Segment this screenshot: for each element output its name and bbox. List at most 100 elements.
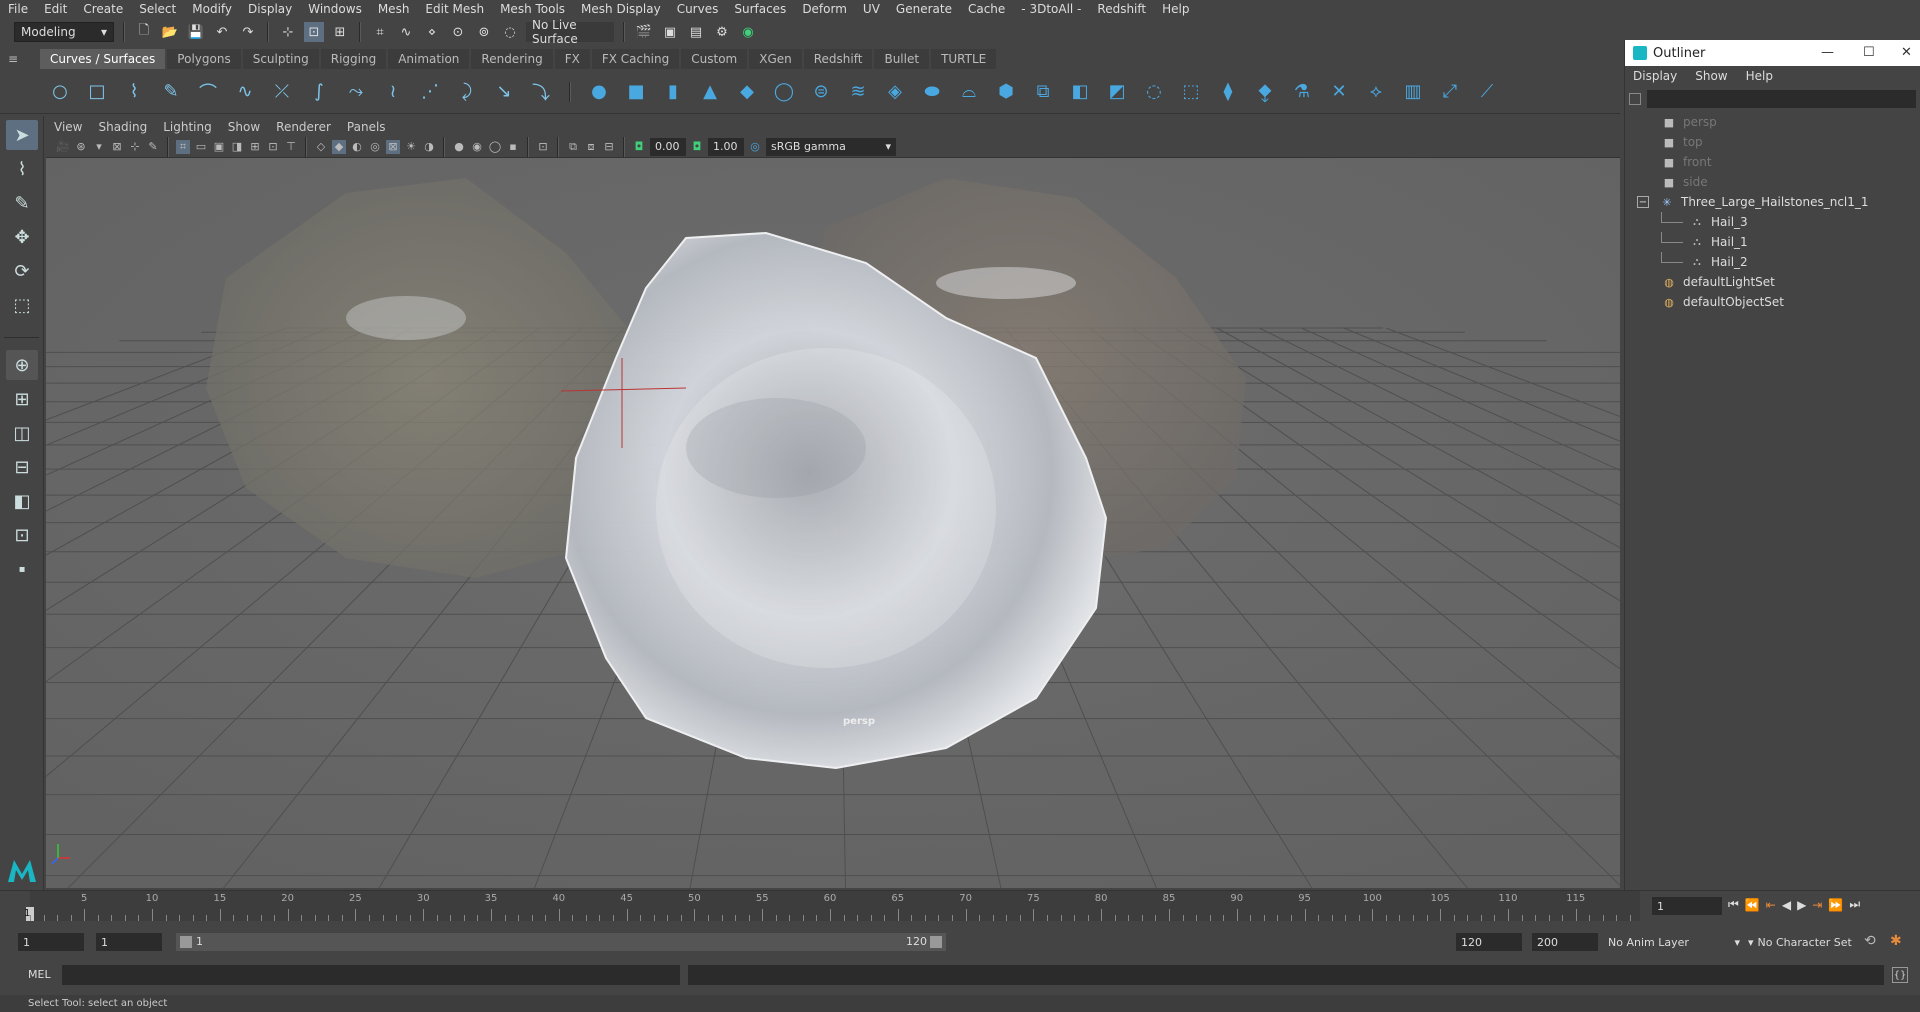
render-settings-icon[interactable]: ⚙ xyxy=(712,22,732,42)
panel-menu-renderer[interactable]: Renderer xyxy=(276,120,331,134)
project-curve-icon[interactable]: ↘ xyxy=(492,80,516,104)
shelf-tab-polygons[interactable]: Polygons xyxy=(167,49,241,69)
outliner-item-hail-1[interactable]: ⛬ Hail_1 xyxy=(1637,232,1920,252)
persp-graph-icon[interactable]: ⊡ xyxy=(6,520,38,550)
timeline-ruler[interactable]: 1 5 10 15 20 25 30 35 40 45 50 55 60 65 70 75 80 85 90 95 1… xyxy=(24,891,1640,921)
outliner-menu-show[interactable]: Show xyxy=(1695,69,1727,83)
menu-deform[interactable]: Deform xyxy=(802,2,847,16)
color-management-icon[interactable]: ◎ xyxy=(748,140,762,154)
anim-prefs-icon[interactable]: ✱ xyxy=(1890,933,1902,949)
step-forward-key-icon[interactable]: ⏩ xyxy=(1828,898,1843,912)
camera-attributes-icon[interactable]: ⊛ xyxy=(74,140,88,154)
bevel-plus-icon[interactable]: ◧ xyxy=(1068,80,1092,104)
arc-curve-icon[interactable]: ⤫ xyxy=(270,80,294,104)
film-gate-icon[interactable]: ▭ xyxy=(194,140,208,154)
panel-menu-shading[interactable]: Shading xyxy=(98,120,147,134)
nurbs-cube-icon[interactable]: ■ xyxy=(624,80,648,104)
goto-start-icon[interactable]: ⏮ xyxy=(1728,897,1739,912)
menu-cache[interactable]: Cache xyxy=(968,2,1005,16)
two-pane-side-icon[interactable]: ◫ xyxy=(6,418,38,448)
select-object-icon[interactable]: ⊡ xyxy=(304,22,324,42)
use-all-lights-icon[interactable]: ☀ xyxy=(404,140,418,154)
auto-key-icon[interactable]: ⟲ xyxy=(1864,933,1876,949)
nurbs-circle-icon[interactable]: ○ xyxy=(48,80,72,104)
select-tool-icon[interactable]: ➤ xyxy=(6,120,38,150)
open-scene-icon[interactable]: 📂 xyxy=(160,22,180,42)
menu-display[interactable]: Display xyxy=(248,2,292,16)
color-space-select[interactable]: sRGB gamma ▾ xyxy=(766,137,896,156)
range-handle-start[interactable] xyxy=(180,936,192,948)
menu-help[interactable]: Help xyxy=(1162,2,1189,16)
curve-tools-icon[interactable]: ⤵ xyxy=(529,80,553,104)
save-scene-icon[interactable]: 💾 xyxy=(186,22,206,42)
extend-surface-icon[interactable]: ▥ xyxy=(1401,80,1425,104)
outliner-item-hail-3[interactable]: ⛬ Hail_3 xyxy=(1637,212,1920,232)
cv-curve-icon[interactable]: ⌇ xyxy=(122,80,146,104)
layout-options-icon[interactable]: ▪ xyxy=(6,554,38,584)
detach-curve-icon[interactable]: ⤳ xyxy=(344,80,368,104)
menu-uv[interactable]: UV xyxy=(863,2,880,16)
select-camera-icon[interactable]: 🎥 xyxy=(56,140,70,154)
open-close-icon[interactable]: ✕ xyxy=(1327,80,1351,104)
shelf-menu-icon[interactable]: ≡ xyxy=(8,52,26,66)
render-view-icon[interactable]: 🎬 xyxy=(634,22,654,42)
extrude-icon[interactable]: ⬬ xyxy=(920,80,944,104)
intersect-icon[interactable]: ◩ xyxy=(1105,80,1129,104)
two-pane-stacked-icon[interactable]: ⊟ xyxy=(6,452,38,482)
sculpt-geometry-icon[interactable]: ⤢ xyxy=(1438,80,1462,104)
depth-of-field-icon[interactable]: ▪ xyxy=(506,140,520,154)
bookmarks-icon[interactable]: ▾ xyxy=(92,140,106,154)
outliner-item-side[interactable]: ■ side xyxy=(1637,172,1920,192)
playback-start-field[interactable]: 1 xyxy=(96,933,162,951)
snap-grid-icon[interactable]: ⌗ xyxy=(370,22,390,42)
snap-live-icon[interactable]: ◌ xyxy=(500,22,520,42)
nurbs-sphere-icon[interactable]: ● xyxy=(587,80,611,104)
shelf-tab-custom[interactable]: Custom xyxy=(681,49,748,69)
rebuild-surface-icon[interactable]: ⟋ xyxy=(1475,80,1499,104)
live-surface-field[interactable]: No Live Surface xyxy=(526,18,614,46)
nurbs-cylinder-icon[interactable]: ▮ xyxy=(661,80,685,104)
attach-curve-icon[interactable]: ∫ xyxy=(307,80,331,104)
square-surface-icon[interactable]: ⧉ xyxy=(1031,80,1055,104)
menu-select[interactable]: Select xyxy=(139,2,176,16)
outliner-item-front[interactable]: ■ front xyxy=(1637,152,1920,172)
xray-active-icon[interactable]: ⧈ xyxy=(584,140,598,154)
shelf-tab-turtle[interactable]: TURTLE xyxy=(931,49,997,69)
gamma-icon[interactable]: ◘ xyxy=(690,140,704,154)
wireframe-on-shaded-icon[interactable]: ◐ xyxy=(350,140,364,154)
menu-redshift[interactable]: Redshift xyxy=(1097,2,1146,16)
shelf-tab-animation[interactable]: Animation xyxy=(388,49,470,69)
snap-view-icon[interactable]: ⊙ xyxy=(448,22,468,42)
nurbs-plane-icon[interactable]: ◆ xyxy=(735,80,759,104)
ep-curve-icon[interactable]: ✎ xyxy=(159,80,183,104)
multisample-aa-icon[interactable]: ◯ xyxy=(488,140,502,154)
menu-file[interactable]: File xyxy=(8,2,28,16)
image-plane-icon[interactable]: ⊠ xyxy=(110,140,124,154)
menu-mesh[interactable]: Mesh xyxy=(378,2,410,16)
fillet-curve-icon[interactable]: ⤸ xyxy=(455,80,479,104)
backface-culling-icon[interactable]: ⊟ xyxy=(602,140,616,154)
range-handle-end[interactable] xyxy=(930,936,942,948)
exposure-icon[interactable]: ◘ xyxy=(632,140,646,154)
snap-surface-icon[interactable]: ⊚ xyxy=(474,22,494,42)
command-input[interactable] xyxy=(62,965,680,985)
play-forward-icon[interactable]: ▶ xyxy=(1797,898,1806,912)
rebuild-curve-icon[interactable]: ≀ xyxy=(381,80,405,104)
grid-toggle-icon[interactable]: ⌗ xyxy=(176,139,190,154)
playback-end-field[interactable]: 120 xyxy=(1456,933,1522,951)
insert-isoparm-icon[interactable]: ⟡ xyxy=(1364,80,1388,104)
nurbs-torus-icon[interactable]: ◯ xyxy=(772,80,796,104)
shelf-tab-rigging[interactable]: Rigging xyxy=(320,49,387,69)
smooth-shade-icon[interactable]: ◆ xyxy=(332,139,346,154)
step-forward-frame-icon[interactable]: ⇥ xyxy=(1812,898,1822,912)
four-pane-icon[interactable]: ⊞ xyxy=(6,384,38,414)
isolate-select-icon[interactable]: ⊡ xyxy=(536,140,550,154)
align-surface-icon[interactable]: ⚗ xyxy=(1290,80,1314,104)
shadows-icon[interactable]: ◑ xyxy=(422,140,436,154)
menu-surfaces[interactable]: Surfaces xyxy=(734,2,786,16)
snap-point-icon[interactable]: ⋄ xyxy=(422,22,442,42)
menu-modify[interactable]: Modify xyxy=(192,2,232,16)
move-tool-icon[interactable]: ✥ xyxy=(6,222,38,252)
menu-mesh-tools[interactable]: Mesh Tools xyxy=(500,2,565,16)
gate-mask-icon[interactable]: ◨ xyxy=(230,140,244,154)
